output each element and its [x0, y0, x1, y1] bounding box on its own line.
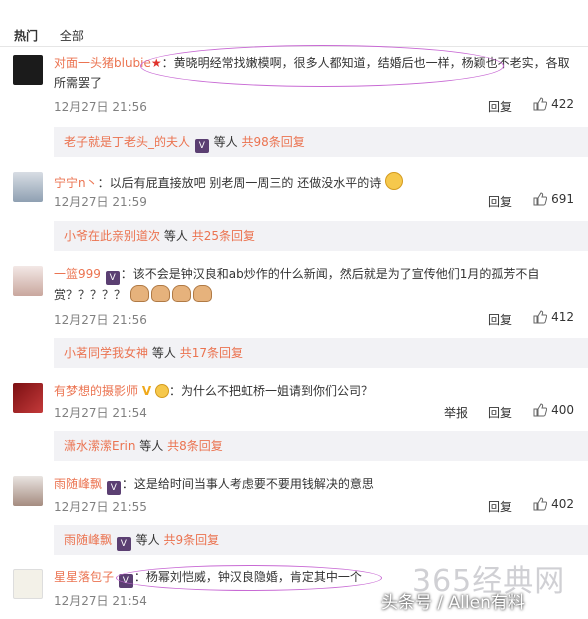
- vip-badge-icon: V: [106, 481, 121, 495]
- vip-badge-icon: V: [194, 139, 209, 153]
- cat-emoji-icon: [171, 285, 191, 302]
- sub-reply-bar[interactable]: 小爷在此亲别道次 等人 共25条回复: [54, 221, 588, 251]
- sub-reply-bar[interactable]: 潇水潆潆Erin 等人 共8条回复: [54, 431, 588, 461]
- avatar[interactable]: [13, 55, 43, 85]
- timestamp: 12月27日 21:54: [54, 406, 147, 420]
- comment-meta: 12月27日 21:54 举报 回复 400: [54, 403, 588, 421]
- username[interactable]: 一篮999: [54, 267, 101, 281]
- avatar[interactable]: [13, 569, 43, 599]
- sub-reply-mid: 等人: [135, 533, 160, 547]
- cat-emoji-icon: [150, 285, 170, 302]
- sub-reply-mid: 等人: [163, 229, 188, 243]
- avatar[interactable]: [13, 383, 43, 413]
- comment-meta: 12月27日 21:55 回复 402: [54, 497, 588, 515]
- sub-reply-user[interactable]: 潇水潆潆Erin: [64, 439, 135, 453]
- sub-reply-count[interactable]: 共25条回复: [192, 229, 255, 243]
- username[interactable]: 对面一头猪blubie: [54, 56, 151, 70]
- reply-button[interactable]: 回复: [488, 98, 512, 115]
- comment-content: ：该不会是钟汉良和ab炒作的什么新闻，然后就是为了宣传他们1月的孤芳不自赏？？？…: [54, 267, 540, 302]
- username[interactable]: 有梦想的摄影师: [54, 384, 138, 398]
- smile-emoji-icon: [385, 172, 404, 190]
- sub-reply-bar[interactable]: 老子就是丁老头_的夫人 V 等人 共98条回复: [54, 127, 588, 157]
- username[interactable]: 宁宁n丶: [54, 176, 98, 190]
- avatar[interactable]: [13, 266, 43, 296]
- comment-content: ：这是给时间当事人考虑要不要用钱解决的意思: [121, 477, 374, 491]
- thumbs-up-icon: [533, 192, 548, 206]
- timestamp: 12月27日 21:59: [54, 195, 147, 209]
- like-button[interactable]: 691: [533, 192, 574, 206]
- timestamp: 12月27日 21:55: [54, 500, 147, 514]
- comment-content: ：以后有屁直接放吧 别老周一周三的 还做没水平的诗: [97, 176, 382, 190]
- like-button[interactable]: 400: [533, 403, 574, 417]
- sub-reply-mid: 等人: [151, 346, 176, 360]
- thumbs-up-icon: [533, 310, 548, 324]
- reply-button[interactable]: 回复: [488, 311, 512, 328]
- reply-button[interactable]: 回复: [488, 193, 512, 210]
- comment-text: 宁宁n丶：以后有屁直接放吧 别老周一周三的 还做没水平的诗: [54, 172, 578, 193]
- like-count: 691: [551, 192, 574, 206]
- sub-reply-count[interactable]: 共98条回复: [242, 135, 305, 149]
- comment-text: 有梦想的摄影师 V ：为什么不把虹桥一姐请到你们公司？: [54, 381, 578, 401]
- sub-reply-user[interactable]: 小茗同学我女神: [64, 346, 148, 360]
- verified-v-icon: V: [141, 384, 152, 398]
- comment-text: 雨随峰飘 V ：这是给时间当事人考虑要不要用钱解决的意思: [54, 474, 578, 495]
- thumbs-up-icon: [533, 97, 548, 111]
- cat-emoji-icon: [129, 285, 149, 302]
- like-count: 422: [551, 97, 574, 111]
- like-button[interactable]: 412: [533, 310, 574, 324]
- thumbs-up-icon: [533, 403, 548, 417]
- highlight-oval: [140, 45, 504, 87]
- sub-reply-user[interactable]: 老子就是丁老头_的夫人: [64, 135, 190, 149]
- vip-badge-icon: V: [116, 537, 131, 551]
- like-button[interactable]: 422: [533, 97, 574, 111]
- comment-text: 一篮999 V ：该不会是钟汉良和ab炒作的什么新闻，然后就是为了宣传他们1月的孤…: [54, 264, 578, 305]
- sub-reply-mid: 等人: [213, 135, 238, 149]
- report-button[interactable]: 举报: [444, 404, 468, 421]
- reply-button[interactable]: 回复: [488, 404, 512, 421]
- avatar[interactable]: [13, 172, 43, 202]
- timestamp: 12月27日 21:56: [54, 313, 147, 327]
- comment-tabs: 热门 全部: [14, 27, 102, 44]
- sub-reply-mid: 等人: [139, 439, 164, 453]
- sub-reply-user[interactable]: 小爷在此亲别道次: [64, 229, 160, 243]
- reply-button[interactable]: 回复: [488, 498, 512, 515]
- timestamp: 12月27日 21:54: [54, 594, 147, 608]
- comment-meta: 12月27日 21:56 回复 422: [54, 97, 588, 115]
- sub-reply-user[interactable]: 雨随峰飘: [64, 533, 112, 547]
- like-count: 412: [551, 310, 574, 324]
- comment-content: ：为什么不把虹桥一姐请到你们公司？: [168, 384, 373, 398]
- like-button[interactable]: 402: [533, 497, 574, 511]
- sub-reply-count[interactable]: 共9条回复: [164, 533, 220, 547]
- sub-reply-bar[interactable]: 雨随峰飘 V 等人 共9条回复: [54, 525, 588, 555]
- sub-reply-count[interactable]: 共17条回复: [180, 346, 243, 360]
- avatar[interactable]: [13, 476, 43, 506]
- tab-all[interactable]: 全部: [60, 29, 84, 43]
- sub-reply-count[interactable]: 共8条回复: [167, 439, 223, 453]
- vip-badge-icon: V: [105, 271, 120, 285]
- sub-reply-bar[interactable]: 小茗同学我女神 等人 共17条回复: [54, 338, 588, 368]
- comment-meta: 12月27日 21:59 回复 691: [54, 192, 588, 210]
- cat-emoji-icon: [192, 285, 212, 302]
- tab-hot[interactable]: 热门: [14, 29, 38, 43]
- comment-meta: 12月27日 21:56 回复 412: [54, 310, 588, 328]
- username[interactable]: 雨随峰飘: [54, 477, 102, 491]
- thumbs-up-icon: [533, 497, 548, 511]
- like-count: 400: [551, 403, 574, 417]
- crown-badge-icon: [154, 384, 169, 398]
- highlight-oval: [116, 565, 382, 591]
- watermark-author: 头条号 / Allen有料: [381, 593, 525, 613]
- username[interactable]: 星星落包子: [54, 570, 114, 584]
- timestamp: 12月27日 21:56: [54, 100, 147, 114]
- like-count: 402: [551, 497, 574, 511]
